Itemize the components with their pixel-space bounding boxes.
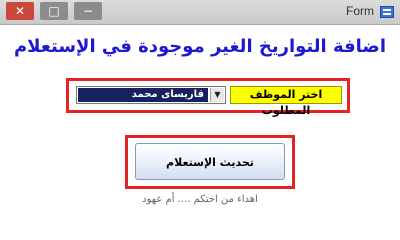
window-title: Form (346, 4, 374, 18)
close-button[interactable]: ✕ (6, 2, 34, 20)
employee-dropdown[interactable]: قاريساى محمد ▼ (76, 86, 226, 104)
title-bar: ✕ □ − Form (0, 0, 400, 25)
minimize-button[interactable]: − (74, 2, 102, 20)
form-window: ✕ □ − Form اضافة التواريخ الغير موجودة ف… (0, 0, 400, 222)
chevron-down-icon[interactable]: ▼ (210, 88, 224, 102)
employee-label: اختر الموظف المطلوب (230, 86, 342, 117)
window-controls: ✕ □ − (6, 2, 102, 20)
page-title: اضافة التواريخ الغير موجودة في الإستعلام (13, 36, 386, 57)
maximize-button[interactable]: □ (40, 2, 68, 20)
update-query-button[interactable]: تحديث الإستعلام (135, 143, 285, 180)
form-icon (380, 6, 394, 18)
employee-selected-value: قاريساى محمد (78, 88, 208, 102)
footer-note: اهداء من اختكم .... أم عهود (142, 194, 258, 205)
